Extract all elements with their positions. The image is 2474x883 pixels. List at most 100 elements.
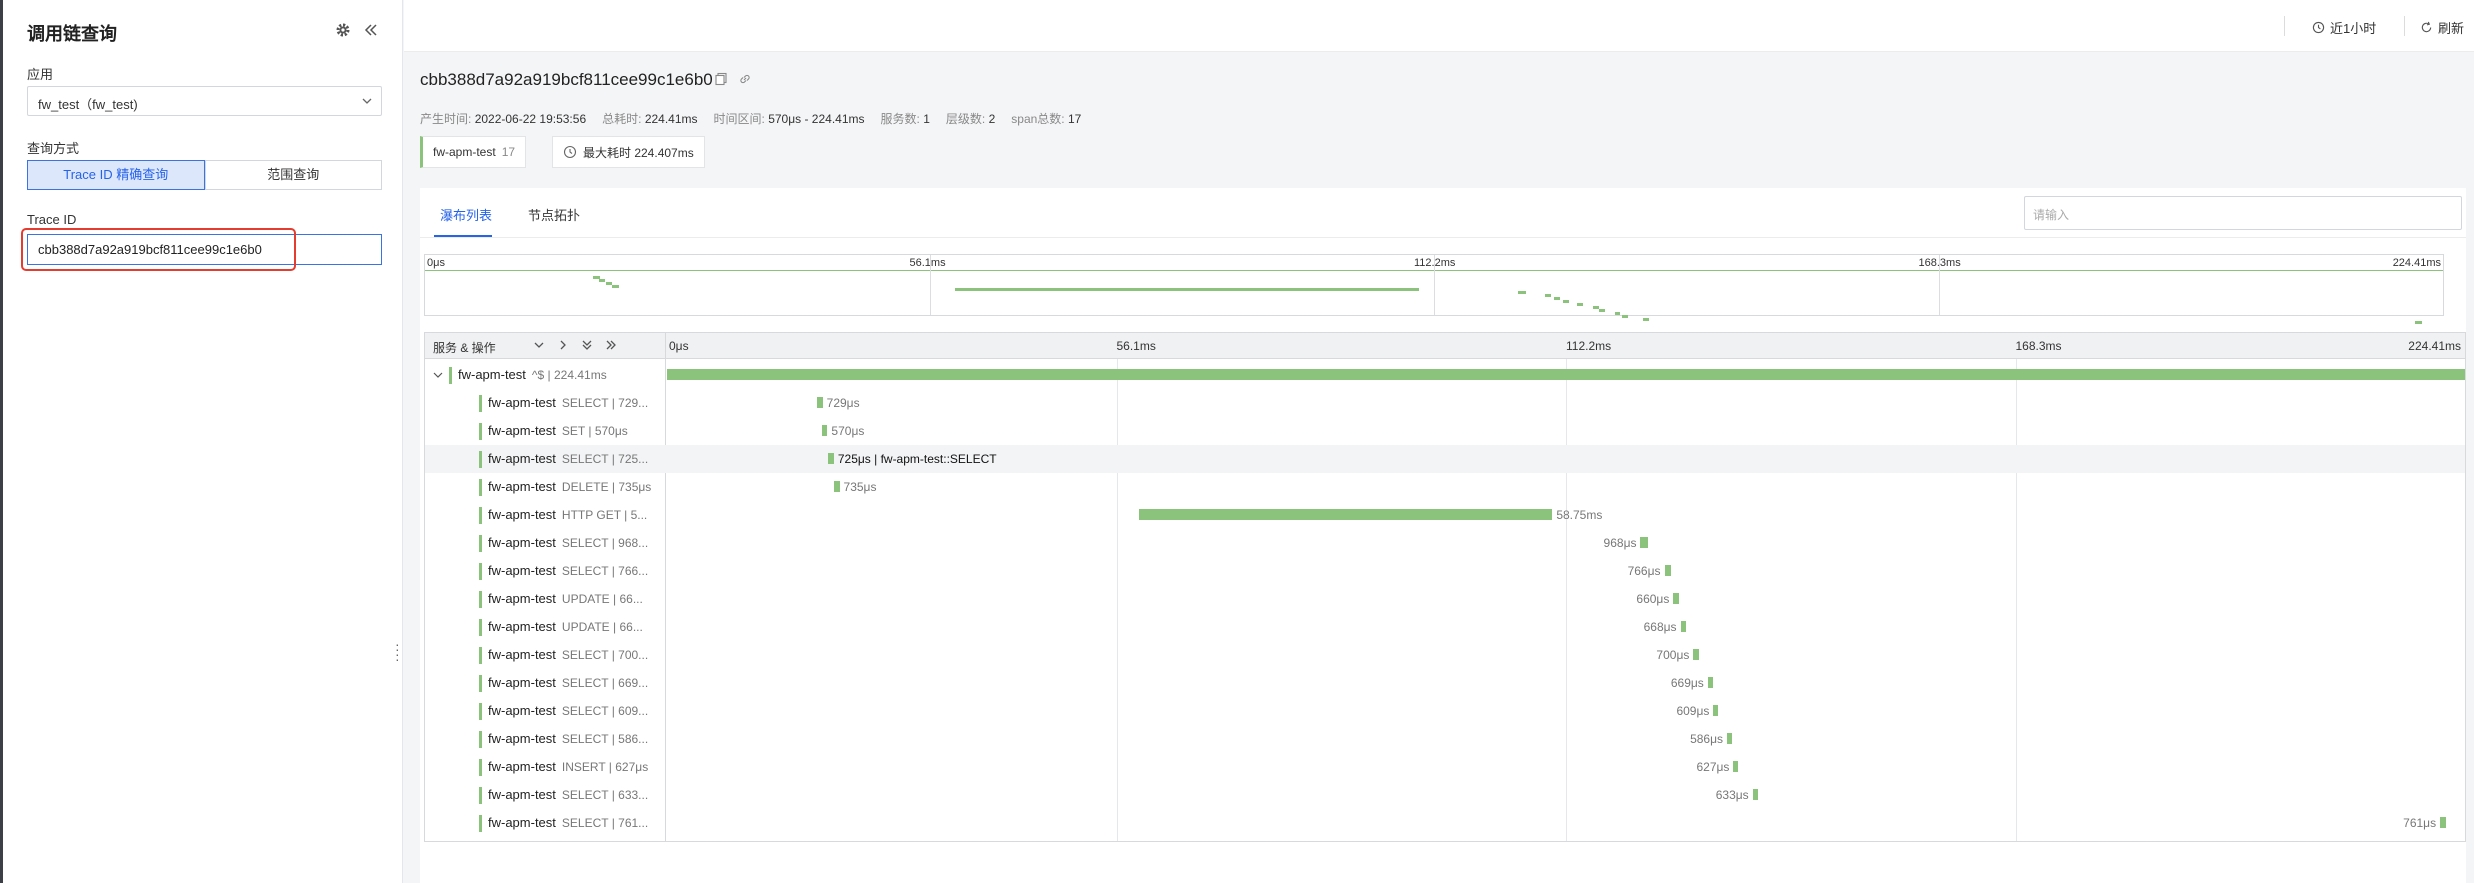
span-duration-label: 570μs [831,424,865,438]
range-query-button[interactable]: 范围查询 [204,160,382,190]
time-range-label: 近1小时 [2330,21,2377,36]
span-service-name: fw-apm-test [488,479,556,494]
span-row[interactable]: fw-apm-test SELECT | 669... 669μs [425,669,2465,697]
span-duration-bar[interactable] [1727,733,1732,744]
span-row[interactable]: fw-apm-test SELECT | 766... 766μs [425,557,2465,585]
span-duration-bar[interactable] [1752,789,1758,800]
span-duration-label: 669μs [1670,676,1704,690]
minimap-span-bar [1599,309,1605,312]
span-service: fw-apm-test SELECT | 609... [479,703,648,720]
span-row[interactable]: fw-apm-test SELECT | 725... 725μs | fw-apm… [425,445,2465,473]
span-row[interactable]: fw-apm-test UPDATE | 66... 668μs [425,613,2465,641]
view-tabs: 瀑布列表 节点拓扑 请输入 [420,188,2466,238]
gear-icon[interactable] [335,22,351,38]
span-row[interactable]: fw-apm-test SELECT | 761... 761μs [425,809,2465,837]
span-service: fw-apm-test UPDATE | 66... [479,591,643,608]
span-row[interactable]: fw-apm-test SELECT | 586... 586μs [425,725,2465,753]
span-service: fw-apm-test DELETE | 735μs [479,479,651,496]
chevron-down-icon [362,98,372,104]
span-service-name: fw-apm-test [488,815,556,830]
span-service: fw-apm-test SELECT | 669... [479,675,648,692]
topbar-divider [2404,16,2405,36]
collapse-left-icon[interactable] [363,22,379,38]
span-row[interactable]: fw-apm-test INSERT | 627μs 627μs [425,753,2465,781]
trace-id-query-button[interactable]: Trace ID 精确查询 [27,160,205,190]
span-service: fw-apm-test ^$ | 224.41ms [449,367,607,384]
span-service: fw-apm-test SELECT | 586... [479,731,648,748]
minimap-span-bar [1593,306,1600,309]
span-service-name: fw-apm-test [488,731,556,746]
span-duration-label: 735μs [843,480,877,494]
meta-depth: 层级数: 2 [945,112,996,126]
meta-span-total: span总数: 17 [1011,112,1082,126]
span-row[interactable]: fw-apm-test HTTP GET | 5... 58.75ms [425,501,2465,529]
service-chip[interactable]: fw-apm-test 17 [420,136,527,168]
span-operation: SELECT | 633... [561,788,649,802]
collapse-all-icon[interactable] [605,339,617,351]
timeline-tick-label: 56.1ms [1116,339,1156,353]
chevron-right-icon[interactable] [557,339,569,351]
minimap-tick-label: 168.3ms [1918,257,1961,269]
span-duration-bar[interactable] [1673,593,1679,604]
refresh-button[interactable]: 刷新 [2420,18,2464,37]
span-operation: SELECT | 609... [561,704,649,718]
copy-icon[interactable] [714,72,728,86]
span-row[interactable]: fw-apm-test DELETE | 735μs 735μs [425,473,2465,501]
span-row-root[interactable]: fw-apm-test ^$ | 224.41ms [425,361,2465,389]
span-duration-bar[interactable] [1733,761,1739,772]
span-operation: SELECT | 968... [561,536,649,550]
span-duration-bar[interactable] [1680,621,1686,632]
span-operation: SET | 570μs [561,424,628,438]
span-duration-bar[interactable] [2440,817,2447,828]
span-row[interactable]: fw-apm-test SELECT | 609... 609μs [425,697,2465,725]
span-row[interactable]: fw-apm-test SET | 570μs 570μs [425,417,2465,445]
timeline-tick-label: 112.2ms [1566,339,1612,353]
span-duration-bar[interactable] [1707,677,1714,688]
span-duration-bar[interactable] [816,397,823,408]
span-row[interactable]: fw-apm-test UPDATE | 66... 660μs [425,585,2465,613]
chevron-down-icon[interactable] [433,370,443,380]
resize-handle[interactable]: · · · · [395,637,403,666]
expand-all-icon[interactable] [581,339,593,351]
app-select[interactable]: fw_test（fw_test) [27,86,382,116]
minimap-gridline [1434,255,1435,315]
sidebar-title: 调用链查询 [27,24,117,44]
chevron-down-icon[interactable] [533,339,545,351]
span-operation: SELECT | 761... [561,816,649,830]
max-duration-chip[interactable]: 最大耗时 224.407ms [552,136,705,168]
refresh-icon [2421,21,2432,33]
minimap-tick-label: 0μs [427,257,445,269]
span-duration-bar[interactable] [1640,537,1649,548]
span-operation: HTTP GET | 5... [561,508,648,522]
span-duration-bar[interactable] [1693,649,1699,660]
tab-topology[interactable]: 节点拓扑 [528,205,580,224]
span-row[interactable]: fw-apm-test SELECT | 968... 968μs [425,529,2465,557]
span-duration-bar[interactable] [1713,705,1719,716]
tab-waterfall[interactable]: 瀑布列表 [440,205,492,224]
span-service: fw-apm-test HTTP GET | 5... [479,507,647,524]
span-duration-bar[interactable] [1138,509,1553,520]
time-range-button[interactable]: 近1小时 [2312,18,2376,37]
span-row[interactable]: fw-apm-test SELECT | 633... 633μs [425,781,2465,809]
minimap-tick-label: 224.41ms [2392,257,2441,269]
span-row[interactable]: fw-apm-test SELECT | 729... 729μs [425,389,2465,417]
span-duration-label: 668μs [1643,620,1677,634]
trace-minimap[interactable]: 0μs56.1ms112.2ms168.3ms224.41ms [424,254,2444,324]
span-search-input[interactable]: 请输入 [2024,196,2462,230]
span-duration-bar[interactable] [1664,565,1671,576]
span-duration-bar[interactable] [833,481,840,492]
minimap-span-bar [2415,321,2422,324]
span-duration-bar[interactable] [828,453,834,464]
span-row[interactable]: fw-apm-test SELECT | 700... 700μs [425,641,2465,669]
meta-service-count: 服务数: 1 [880,112,930,126]
main-content: cbb388d7a92a919bcf811cee99c1e6b0 产生时间: 2… [404,52,2474,883]
span-duration-bar[interactable] [667,369,2465,380]
minimap-span-bar [1621,315,1628,318]
minimap-tick-label: 56.1ms [909,257,946,269]
span-duration-bar[interactable] [822,425,828,436]
span-service-name: fw-apm-test [458,367,526,382]
minimap-span-bar [1554,297,1561,300]
span-operation: SELECT | 669... [561,676,649,690]
waterfall-header: 服务 & 操作 0μs 56.1ms 112.2ms 168.3ms 224.41ms [425,333,2465,359]
link-icon[interactable] [738,72,752,86]
